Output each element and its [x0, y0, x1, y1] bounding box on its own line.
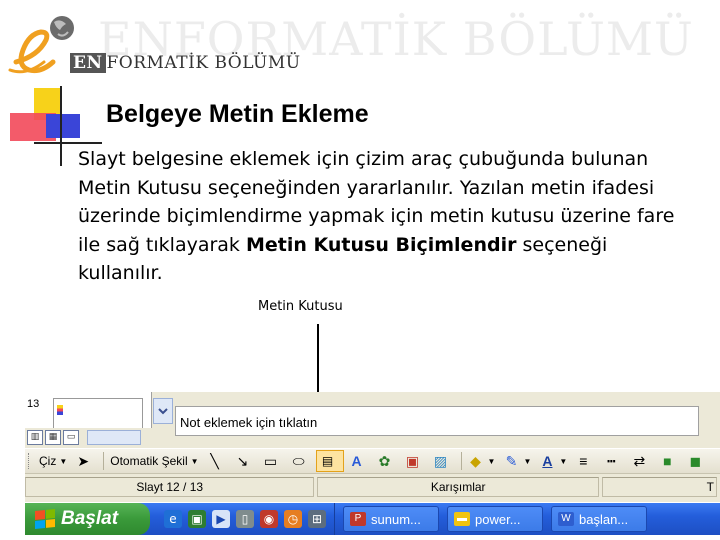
rectangle-icon: ▭ — [263, 453, 278, 469]
pen-icon: ✎ — [505, 453, 518, 469]
network-icon[interactable]: ⊞ — [308, 510, 326, 528]
powerpoint-icon: P — [350, 512, 366, 526]
arrow-style-icon: ⇄ — [633, 453, 646, 469]
slide-sorter-button[interactable]: ▦ — [45, 429, 61, 445]
fill-color-button[interactable]: ◆ ▼ — [465, 451, 499, 471]
scroll-down-button[interactable] — [153, 398, 173, 424]
dropdown-arrow-icon: ▼ — [559, 456, 568, 466]
decor-blue-square — [46, 114, 80, 138]
notes-pane[interactable]: Not eklemek için tıklatın — [175, 406, 699, 436]
diagram-icon: ✿ — [378, 453, 391, 469]
wordart-button[interactable]: A — [346, 451, 372, 471]
diagram-button[interactable]: ✿ — [374, 451, 400, 471]
3d-style-button[interactable]: ◼ — [684, 451, 710, 471]
text-box-icon: ▤ — [321, 454, 334, 468]
windows-logo-icon — [35, 508, 55, 530]
dropdown-arrow-icon: ▼ — [190, 456, 199, 466]
dropdown-arrow-icon: ▼ — [487, 456, 496, 466]
slides-pane: 13 — [25, 392, 152, 431]
task-label: power... — [475, 511, 521, 527]
brand-en-mark: EN — [70, 53, 106, 73]
browser-icon[interactable]: ◉ — [260, 510, 278, 528]
status-slide-info: Slayt 12 / 13 — [25, 477, 315, 497]
shadow-style-button[interactable]: ■ — [656, 451, 682, 471]
arrow-style-button[interactable]: ⇄ — [628, 451, 654, 471]
taskbar-item-folder[interactable]: ▬ power... — [447, 506, 543, 532]
sidebar-tool-icon[interactable]: ▯ — [236, 510, 254, 528]
slide-title: Belgeye Metin Ekleme — [106, 100, 369, 128]
status-language: T — [601, 477, 717, 497]
wordart-icon: A — [351, 453, 362, 469]
clip-art-icon: ▣ — [405, 453, 420, 469]
status-bar: Slayt 12 / 13 Karışımlar T — [25, 476, 720, 498]
3d-icon: ◼ — [689, 453, 702, 469]
line-color-button[interactable]: ✎ ▼ — [500, 451, 534, 471]
clip-art-button[interactable]: ▣ — [402, 451, 428, 471]
slide-show-button[interactable]: ▭ — [63, 429, 79, 445]
decor-horizontal-line — [34, 142, 102, 144]
department-brand: EN FORMATİK BÖLÜMÜ — [70, 52, 301, 74]
start-label: Başlat — [61, 508, 119, 529]
oval-icon: ⬭ — [292, 453, 305, 469]
task-label: sunum... — [371, 511, 421, 527]
document-icon: W — [558, 512, 574, 526]
horizontal-scrollbar[interactable] — [87, 429, 141, 445]
windows-taskbar: Başlat e ▣ ▶ ▯ ◉ ◷ ⊞ P sunum... ▬ power.… — [25, 503, 720, 535]
slide-number: 13 — [27, 398, 40, 410]
toolbar-grip[interactable] — [28, 453, 32, 469]
clock-app-icon[interactable]: ◷ — [284, 510, 302, 528]
select-objects-button[interactable]: ➤ — [72, 451, 98, 471]
autoshapes-button[interactable]: Otomatik Şekil ▼ — [107, 451, 201, 471]
folder-icon: ▬ — [454, 512, 470, 526]
autoshapes-label: Otomatik Şekil — [110, 454, 188, 468]
normal-view-button[interactable]: ▥ — [27, 429, 43, 445]
e-logo-icon — [8, 16, 74, 74]
line-tool-button[interactable]: ╲ — [204, 451, 230, 471]
toolbar-separator — [103, 452, 105, 470]
arrow-tool-button[interactable]: ↘ — [232, 451, 258, 471]
line-style-button[interactable]: ≡ — [572, 451, 598, 471]
oval-tool-button[interactable]: ⬭ — [288, 451, 314, 471]
toolbar-separator — [460, 452, 462, 470]
taskbar-item-presentation[interactable]: P sunum... — [343, 506, 439, 532]
draw-label: Çiz — [39, 454, 57, 468]
line-style-icon: ≡ — [579, 453, 588, 469]
quick-launch: e ▣ ▶ ▯ ◉ ◷ ⊞ — [164, 503, 335, 535]
dash-style-icon: ┅ — [607, 453, 616, 469]
dropdown-arrow-icon: ▼ — [59, 456, 68, 466]
paint-bucket-icon: ◆ — [470, 453, 481, 469]
body-bold-term: Metin Kutusu Biçimlendir — [245, 233, 517, 256]
dash-style-button[interactable]: ┅ — [600, 451, 626, 471]
taskbar-item-document[interactable]: W başlan... — [551, 506, 647, 532]
thumbnail-decor — [57, 405, 63, 415]
drawing-toolbar: Çiz ▼ ➤ Otomatik Şekil ▼ ╲ ↘ ▭ ⬭ ▤ A ✿ ▣ ▨… — [25, 448, 720, 474]
callout-label: Metin Kutusu — [258, 299, 343, 314]
shadow-icon: ■ — [663, 453, 672, 469]
status-design-name: Karışımlar — [317, 477, 599, 497]
arrow-icon: ↘ — [236, 453, 249, 469]
cursor-arrow-icon: ➤ — [77, 453, 90, 469]
insert-picture-button[interactable]: ▨ — [430, 451, 456, 471]
media-player-icon[interactable]: ▶ — [212, 510, 230, 528]
rectangle-tool-button[interactable]: ▭ — [260, 451, 286, 471]
picture-icon: ▨ — [433, 453, 448, 469]
draw-menu-button[interactable]: Çiz ▼ — [36, 451, 70, 471]
brand-name: FORMATİK BÖLÜMÜ — [106, 53, 301, 73]
internet-explorer-icon[interactable]: e — [164, 510, 182, 528]
notes-placeholder: Not eklemek için tıklatın — [180, 415, 318, 430]
task-label: başlan... — [579, 511, 629, 527]
powerpoint-window: 13 Not eklemek için tıklatın ▥ ▦ ▭ Çiz ▼ … — [25, 392, 720, 502]
dropdown-arrow-icon: ▼ — [523, 456, 532, 466]
slide-body: Slayt belgesine eklemek için çizim araç … — [78, 145, 688, 288]
show-desktop-icon[interactable]: ▣ — [188, 510, 206, 528]
slide-thumbnail[interactable] — [53, 398, 143, 431]
text-box-button[interactable]: ▤ — [315, 450, 344, 472]
start-button[interactable]: Başlat — [25, 503, 150, 535]
view-buttons: ▥ ▦ ▭ — [25, 428, 153, 446]
font-color-icon: A — [542, 453, 553, 469]
decor-vertical-line — [60, 86, 62, 166]
line-icon: ╲ — [210, 453, 219, 469]
font-color-button[interactable]: A ▼ — [536, 451, 570, 471]
